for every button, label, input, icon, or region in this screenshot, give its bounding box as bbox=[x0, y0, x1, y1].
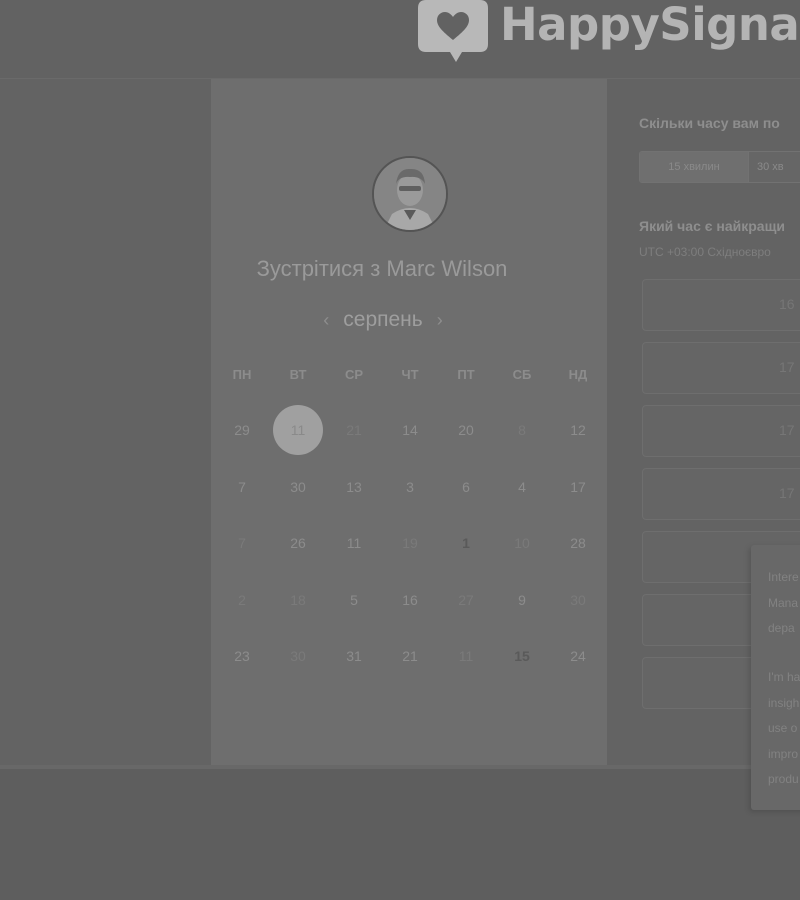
popover-line: depa bbox=[768, 621, 795, 635]
popover-line: Mana bbox=[768, 596, 799, 610]
duration-question: Скільки часу вам по bbox=[639, 115, 780, 131]
calendar-day[interactable]: 17 bbox=[550, 459, 606, 516]
calendar-day[interactable]: 4 bbox=[494, 459, 550, 516]
calendar-day[interactable]: 11 bbox=[438, 628, 494, 685]
calendar-day[interactable]: 2 bbox=[214, 572, 270, 629]
calendar-day[interactable]: 3 bbox=[382, 459, 438, 516]
time-slot-label: 17 bbox=[779, 422, 795, 438]
top-header: HappySignals bbox=[0, 0, 800, 79]
calendar-day[interactable]: 5 bbox=[326, 572, 382, 629]
time-slot-label: 17 bbox=[779, 359, 795, 375]
info-popover: Intere Mana depa I'm ha insigh use o imp… bbox=[751, 545, 800, 810]
calendar-day[interactable]: 31 bbox=[326, 628, 382, 685]
popover-line: insigh bbox=[768, 696, 800, 710]
timezone-label[interactable]: UTC +03:00 Східноєвро bbox=[639, 245, 771, 259]
calendar-day[interactable]: 29 bbox=[214, 402, 270, 459]
calendar-day[interactable]: 1 bbox=[438, 515, 494, 572]
calendar-day[interactable]: 28 bbox=[550, 515, 606, 572]
calendar-day[interactable]: 6 bbox=[438, 459, 494, 516]
weekday-label: ПН bbox=[232, 367, 252, 382]
weekday-label: ВТ bbox=[289, 367, 307, 382]
calendar-day[interactable]: 10 bbox=[494, 515, 550, 572]
brand-name: HappySignals bbox=[500, 0, 800, 51]
weekday-label: НД bbox=[568, 367, 588, 382]
calendar-week: 29 11 21 14 20 8 12 bbox=[214, 402, 606, 459]
month-label: серпень bbox=[343, 308, 423, 331]
calendar-day[interactable]: 24 bbox=[550, 628, 606, 685]
duration-selector: 15 хвилин 30 хв bbox=[639, 151, 800, 183]
calendar-day[interactable]: 11 bbox=[326, 515, 382, 572]
popover-line: use o bbox=[768, 721, 798, 735]
time-slot[interactable]: 17 bbox=[642, 405, 800, 457]
avatar bbox=[372, 156, 448, 232]
calendar-day[interactable]: 30 bbox=[270, 459, 326, 516]
calendar-day[interactable]: 20 bbox=[438, 402, 494, 459]
weekday-label: ЧТ bbox=[401, 367, 419, 382]
calendar-week: 7 30 13 3 6 4 17 bbox=[214, 459, 606, 516]
calendar-week: 7 26 11 19 1 10 28 bbox=[214, 515, 606, 572]
calendar-day-selected[interactable]: 11 bbox=[270, 402, 326, 459]
popover-line: impro bbox=[768, 747, 799, 761]
brand-logo[interactable]: HappySignals bbox=[418, 0, 800, 62]
time-slot[interactable]: 17 bbox=[642, 468, 800, 520]
time-slot-label: 17 bbox=[779, 485, 795, 501]
meeting-title: Зустрітися з Marc Wilson bbox=[256, 256, 508, 281]
calendar-day[interactable]: 30 bbox=[550, 572, 606, 629]
calendar-day[interactable]: 21 bbox=[382, 628, 438, 685]
calendar-day[interactable]: 7 bbox=[214, 515, 270, 572]
weekday-label: ПТ bbox=[457, 367, 475, 382]
time-slot[interactable]: 17 bbox=[642, 342, 800, 394]
time-slot-label: 16 bbox=[779, 296, 795, 312]
calendar-day[interactable]: 8 bbox=[494, 402, 550, 459]
duration-option-15[interactable]: 15 хвилин bbox=[640, 152, 748, 182]
calendar-day[interactable]: 14 bbox=[382, 402, 438, 459]
calendar-day[interactable]: 9 bbox=[494, 572, 550, 629]
duration-option-30[interactable]: 30 хв bbox=[748, 152, 800, 182]
popover-line: produ bbox=[768, 772, 799, 786]
weekday-header: ПН ВТ СР ЧТ ПТ СБ НД bbox=[214, 360, 606, 390]
calendar-day[interactable]: 15 bbox=[494, 628, 550, 685]
calendar-day[interactable]: 16 bbox=[382, 572, 438, 629]
calendar-day[interactable]: 21 bbox=[326, 402, 382, 459]
chevron-left-icon[interactable]: ‹ bbox=[323, 310, 329, 331]
person-avatar-icon bbox=[374, 158, 446, 230]
calendar-day[interactable]: 26 bbox=[270, 515, 326, 572]
calendar-week: 2 18 5 16 27 9 30 bbox=[214, 572, 606, 629]
calendar-day[interactable]: 30 bbox=[270, 628, 326, 685]
calendar-day[interactable]: 13 bbox=[326, 459, 382, 516]
weekday-label: СР bbox=[344, 367, 364, 382]
calendar-day[interactable]: 12 bbox=[550, 402, 606, 459]
time-slot[interactable]: 16 bbox=[642, 279, 800, 331]
time-question: Який час є найкращи bbox=[639, 218, 785, 234]
calendar-day[interactable]: 27 bbox=[438, 572, 494, 629]
selected-day-label: 11 bbox=[273, 405, 323, 456]
heart-chat-icon bbox=[418, 0, 488, 62]
divider bbox=[0, 765, 800, 769]
calendar-week: 23 30 31 21 11 15 24 bbox=[214, 628, 606, 685]
calendar: ПН ВТ СР ЧТ ПТ СБ НД 29 11 21 14 20 8 12… bbox=[214, 360, 606, 685]
weekday-label: СБ bbox=[512, 367, 532, 382]
calendar-day[interactable]: 19 bbox=[382, 515, 438, 572]
month-navigation: ‹ серпень › bbox=[185, 305, 581, 335]
chevron-right-icon[interactable]: › bbox=[437, 310, 443, 331]
calendar-day[interactable]: 23 bbox=[214, 628, 270, 685]
calendar-day[interactable]: 7 bbox=[214, 459, 270, 516]
calendar-day[interactable]: 18 bbox=[270, 572, 326, 629]
popover-line: Intere bbox=[768, 570, 799, 584]
popover-line: I'm ha bbox=[768, 670, 800, 684]
